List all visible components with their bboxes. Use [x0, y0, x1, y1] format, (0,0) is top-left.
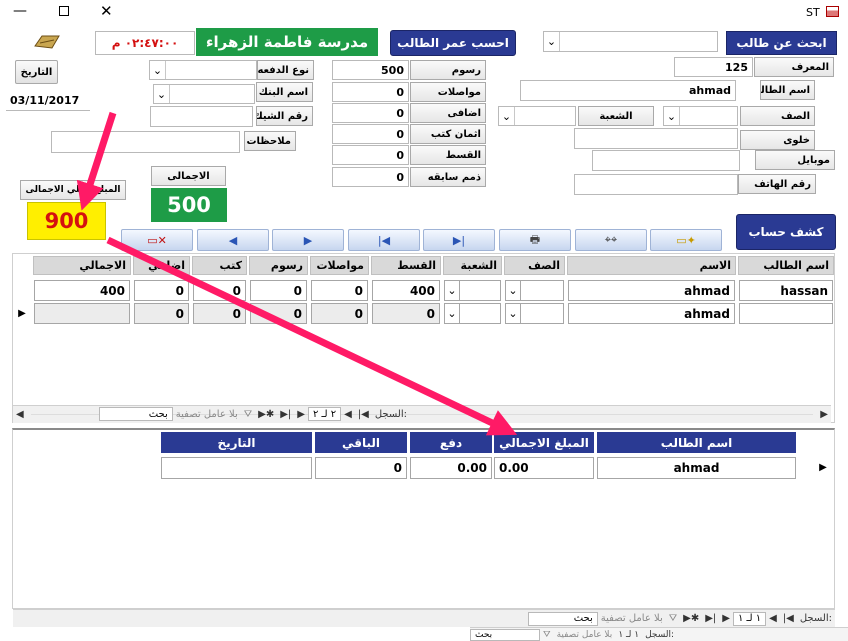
- annotation-arrows: [76, 111, 518, 436]
- annotation-arrow-1: [76, 111, 117, 211]
- annotation-arrow-2: [106, 236, 518, 436]
